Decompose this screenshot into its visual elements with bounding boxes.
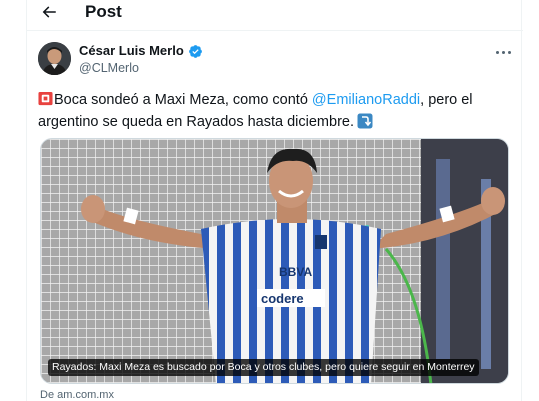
player-photo: BBVA codere [41, 139, 508, 383]
jersey-sponsor-text: BBVA [279, 265, 312, 279]
dot-icon [495, 50, 499, 54]
dot-icon [501, 50, 505, 54]
page-title: Post [85, 2, 122, 21]
police-siren-icon [38, 91, 53, 106]
author-handle[interactable]: @CLMerlo [79, 61, 139, 76]
arrow-left-icon [42, 6, 56, 18]
back-button[interactable] [37, 0, 61, 24]
jersey-sponsor2-text: codere [261, 291, 304, 306]
avatar[interactable] [38, 42, 71, 75]
tweet-text: Boca sondeó a Maxi Meza, como contó @Emi… [38, 89, 508, 133]
card-source-link[interactable]: De am.com.mx [40, 389, 114, 401]
mention-link[interactable]: @EmilianoRaddi [312, 92, 420, 108]
media-caption: Rayados: Maxi Meza es buscado por Boca y… [48, 359, 479, 376]
author-name-row[interactable]: César Luis Merlo [79, 43, 203, 59]
more-options-button[interactable] [491, 42, 515, 62]
tweet-media[interactable]: BBVA codere Rayados: Maxi Meza es buscad… [40, 138, 509, 384]
header-divider [27, 30, 523, 31]
post-column: Post César Luis Merlo @CLMerlo Boca sond… [26, 0, 523, 401]
tweet-text-part1: Boca sondeó a Maxi Meza, como contó [54, 92, 312, 108]
post-header: Post [27, 0, 523, 30]
verified-badge-icon [188, 44, 202, 58]
author-name: César Luis Merlo [79, 43, 184, 58]
arrow-curving-down-icon [357, 113, 373, 129]
dot-icon [507, 50, 511, 54]
